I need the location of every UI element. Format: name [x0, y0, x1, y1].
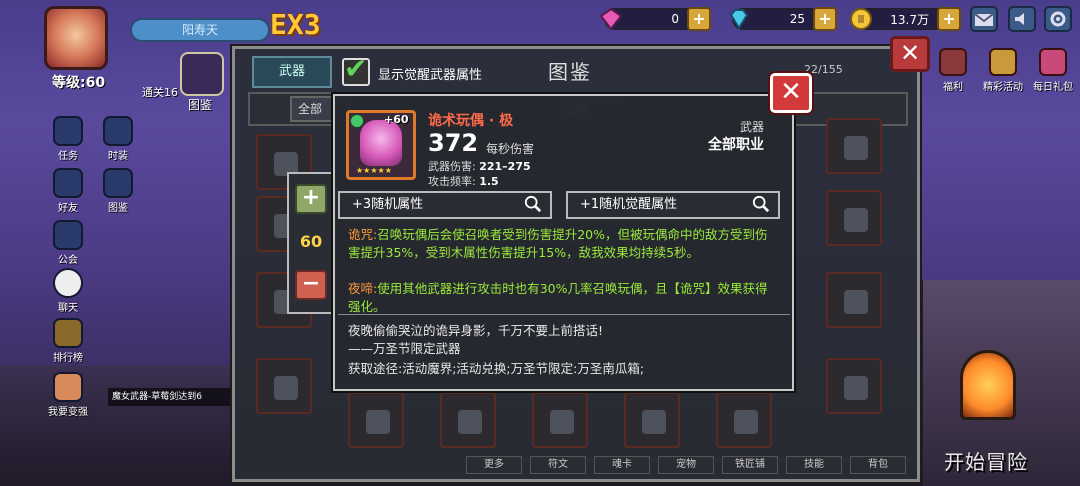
settings-gear-icon[interactable] — [1044, 6, 1072, 32]
codex-shortcut-icon[interactable] — [180, 52, 224, 96]
news-ticker: 魔女武器-草莓剑达到6 — [108, 388, 234, 406]
sound-icon[interactable] — [1008, 6, 1036, 32]
gem-count: 0 — [671, 12, 679, 26]
bottom-tab-more[interactable]: 更多 — [466, 456, 522, 474]
chat-icon — [53, 268, 83, 298]
weapon-dps: 372 — [428, 129, 479, 157]
weapon-class: 全部职业 — [708, 137, 764, 153]
skill-curse-tag: 诡咒: — [348, 227, 378, 242]
skill-night-cry-text: 使用其他武器进行攻击时也有30%几率召唤玩偶，且【诡咒】效果获得强化。 — [348, 281, 768, 314]
doll-weapon-icon — [360, 120, 402, 166]
bottom-tab-runes[interactable]: 符文 — [530, 456, 586, 474]
acquire-source: 获取途径:活动魔界;活动兑换;万圣节限定:万圣南瓜箱; — [348, 361, 645, 376]
weapon-stars: ★★★★★ — [356, 166, 392, 175]
fashion-icon — [103, 116, 133, 146]
friends-icon — [53, 168, 83, 198]
player-level: 等级:60 — [52, 75, 106, 91]
awaken-toggle-label: 显示觉醒武器属性 — [378, 68, 483, 83]
weapon-cell[interactable] — [440, 392, 496, 448]
bottom-tab-blacksmith[interactable]: 铁匠铺 — [722, 456, 778, 474]
skill-night-cry: 夜啼:使用其他武器进行攻击时也有30%几率召唤玩偶，且【诡咒】效果获得强化。 — [348, 280, 778, 316]
checkmark-icon: ✔ — [344, 52, 368, 85]
awaken-gem-icon — [350, 114, 364, 128]
random-attr-button[interactable]: +3随机属性 — [338, 191, 552, 219]
sidebar-item-task[interactable]: 任务 — [48, 116, 88, 162]
level-value: 60 — [299, 232, 323, 251]
welfare-button[interactable]: 福利 — [930, 48, 976, 93]
sidebar-item-codex[interactable]: 图鉴 — [98, 168, 138, 214]
bottom-tab-skills[interactable]: 技能 — [786, 456, 842, 474]
weapon-attack-rate: 攻击频率: 1.5 — [428, 175, 499, 188]
resource-gem: 0 + — [599, 7, 711, 31]
player-avatar[interactable] — [44, 6, 108, 70]
dps-label: 每秒伤害 — [486, 142, 535, 156]
sidebar-item-power-up[interactable]: 我要变强 — [48, 372, 88, 418]
sidebar-item-friends[interactable]: 好友 — [48, 168, 88, 214]
close-popup-button[interactable]: ✕ — [770, 73, 812, 113]
castle-window — [960, 350, 1016, 420]
gift-box-icon — [939, 48, 967, 76]
pink-gem-icon — [599, 7, 623, 31]
weapon-cell[interactable] — [826, 118, 882, 174]
task-icon — [53, 116, 83, 146]
magnifier-icon — [524, 195, 542, 213]
weapon-cell[interactable] — [348, 392, 404, 448]
gold-count: 13.7万 — [890, 12, 929, 27]
bottom-tab-soul-cards[interactable]: 魂卡 — [594, 456, 650, 474]
add-diamond-button[interactable]: + — [813, 7, 837, 31]
weapon-cell[interactable] — [826, 272, 882, 328]
activity-button[interactable]: 精彩活动 — [980, 48, 1026, 93]
level-increase-button[interactable]: + — [295, 184, 327, 214]
skill-night-cry-tag: 夜啼: — [348, 281, 378, 296]
gold-coin-icon — [850, 8, 872, 30]
divider — [338, 314, 790, 315]
flavor-text: 夜晚偷偷哭泣的诡异身影，千万不要上前搭话! — [348, 323, 604, 338]
daily-gift-button[interactable]: 每日礼包 — [1030, 48, 1076, 93]
resource-diamond: 25 + — [729, 7, 837, 31]
diamond-count: 25 — [789, 12, 805, 26]
weapon-cell[interactable] — [256, 358, 312, 414]
close-codex-button[interactable]: ✕ — [890, 36, 930, 72]
weapon-cell[interactable] — [826, 190, 882, 246]
codex-title: 图鉴 — [548, 60, 592, 84]
add-gem-button[interactable]: + — [687, 7, 711, 31]
sidebar-item-chat[interactable]: 聊天 — [48, 268, 88, 314]
activity-icon — [989, 48, 1017, 76]
power-up-icon — [53, 372, 83, 402]
codex-icon — [103, 168, 133, 198]
awaken-attr-button[interactable]: +1随机觉醒属性 — [566, 191, 780, 219]
codex-shortcut-label: 图鉴 — [188, 98, 213, 112]
weapon-type: 武器 — [740, 120, 765, 134]
start-adventure-button[interactable]: 开始冒险 — [944, 446, 1028, 475]
mail-icon[interactable] — [970, 6, 998, 32]
skill-curse: 诡咒:召唤玩偶后会使召唤者受到伤害提升20%，但被玩偶命中的敌方受到伤害提升35… — [348, 226, 778, 262]
tab-weapons[interactable]: 武器 — [252, 56, 332, 88]
weapon-damage: 武器伤害: 221–275 — [428, 160, 531, 173]
level-decrease-button[interactable]: − — [295, 270, 327, 300]
sidebar-item-ranking[interactable]: 排行榜 — [48, 318, 88, 364]
resource-gold: 13.7万 + — [850, 7, 961, 31]
guild-icon — [53, 220, 83, 250]
ranking-icon — [53, 318, 83, 348]
weapon-cell[interactable] — [826, 358, 882, 414]
player-name: 阳寿天 — [130, 18, 270, 42]
sidebar-item-guild[interactable]: 公会 — [48, 220, 88, 266]
weapon-name: 诡术玩偶 · 极 — [428, 113, 514, 129]
sidebar-item-fashion[interactable]: 时装 — [98, 116, 138, 162]
limited-tag: ——万圣节限定武器 — [348, 341, 461, 356]
weapon-cell[interactable] — [716, 392, 772, 448]
skill-curse-text: 召唤玩偶后会使召唤者受到伤害提升20%，但被玩偶命中的敌方受到伤害提升35%，受… — [348, 227, 768, 260]
daily-gift-icon — [1039, 48, 1067, 76]
bottom-tab-backpack[interactable]: 背包 — [850, 456, 906, 474]
weapon-cell[interactable] — [624, 392, 680, 448]
bottom-tab-pets[interactable]: 宠物 — [658, 456, 714, 474]
magnifier-icon — [752, 195, 770, 213]
add-gold-button[interactable]: + — [937, 7, 961, 31]
ex-badge: EX3 — [270, 8, 321, 41]
weapon-level-badge: +60 — [384, 113, 409, 126]
stage-clear-tag: 通关16 — [142, 86, 178, 99]
weapon-cell[interactable] — [532, 392, 588, 448]
diamond-icon — [729, 9, 749, 30]
